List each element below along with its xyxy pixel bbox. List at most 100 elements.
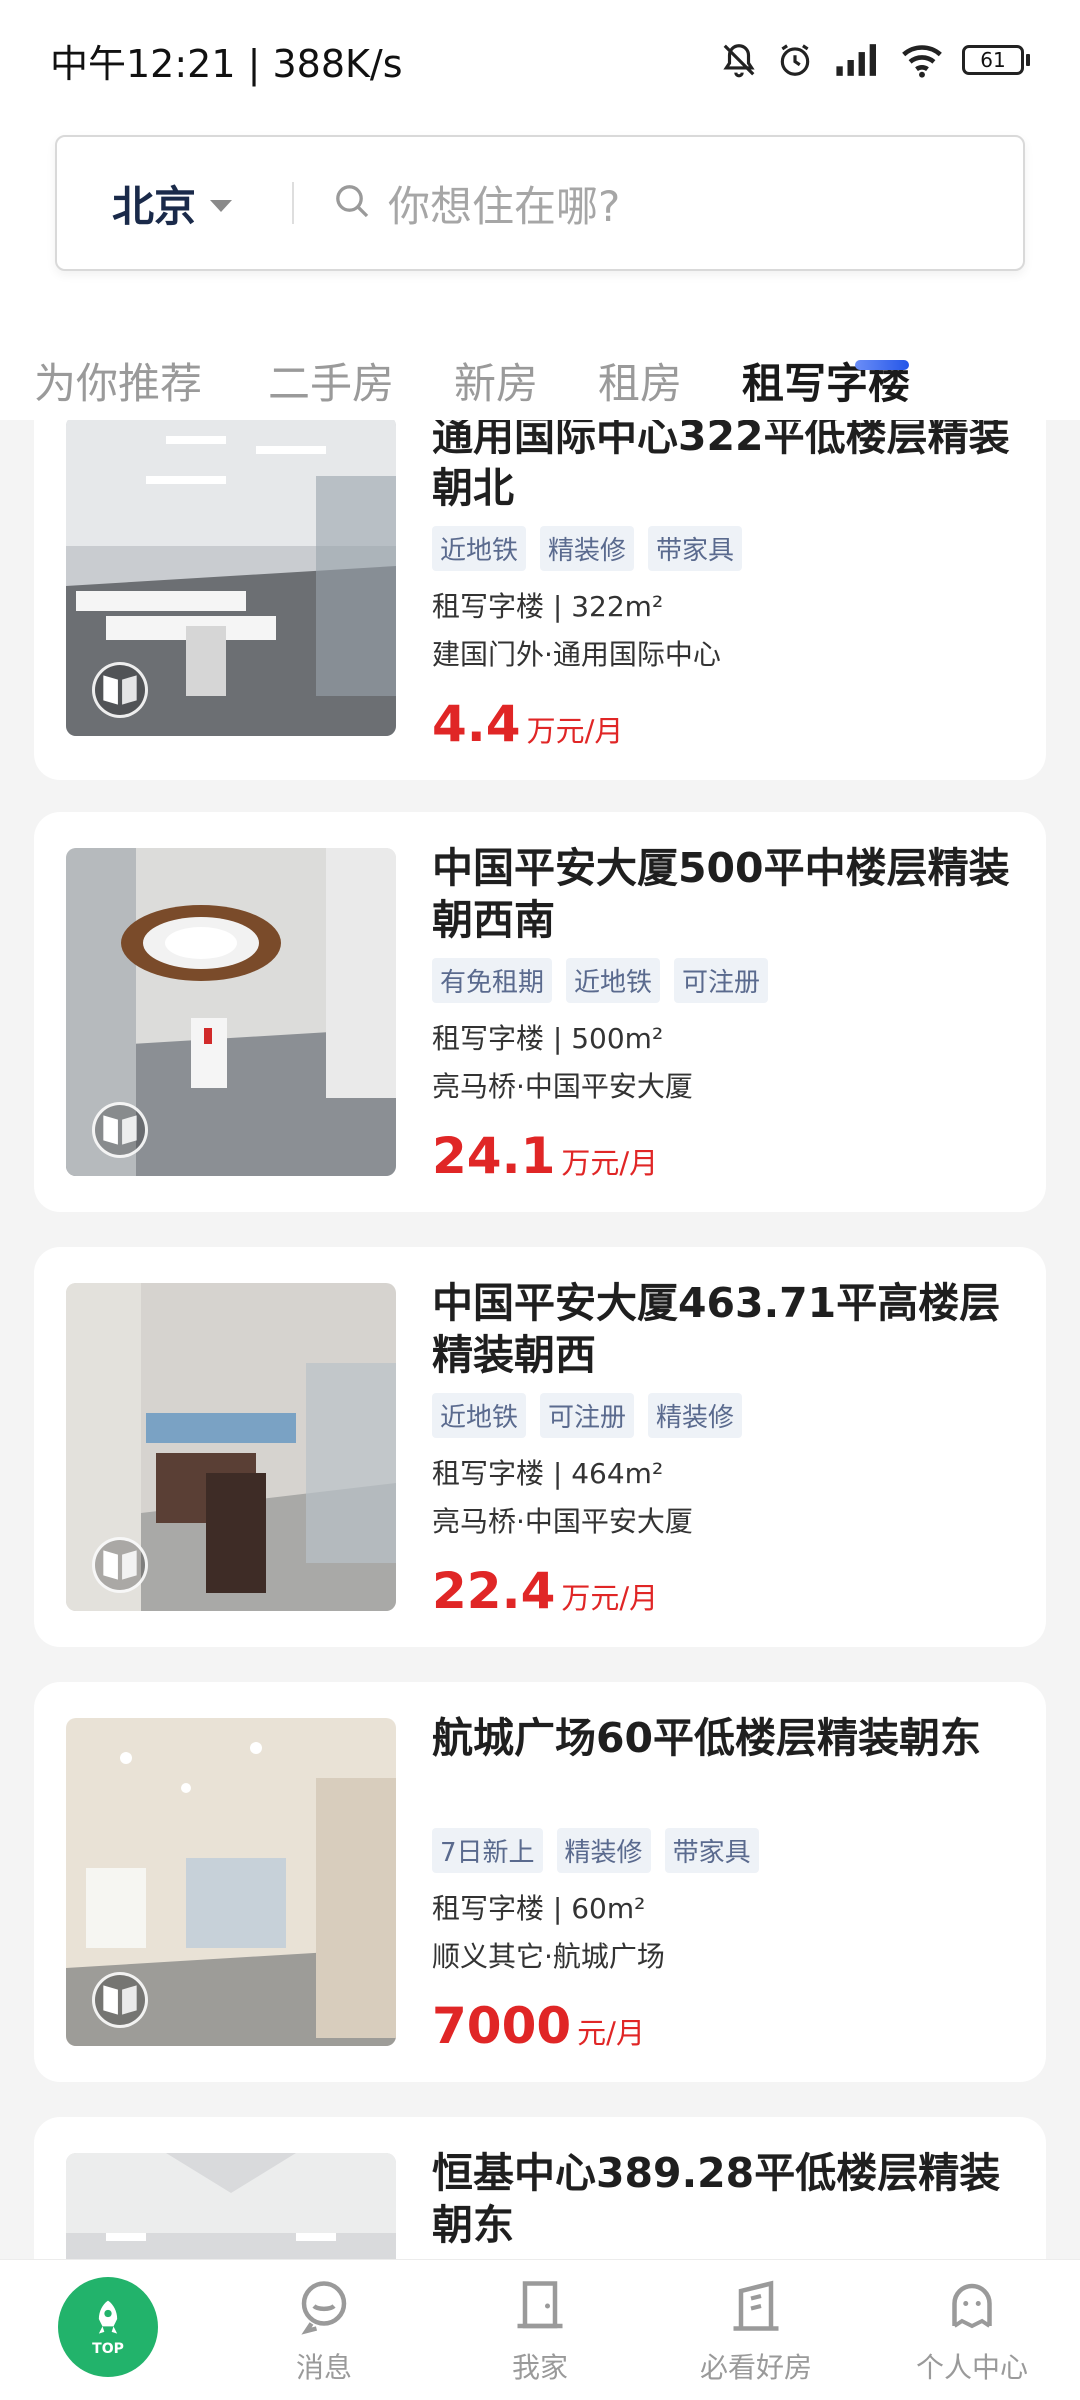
tab-second-hand[interactable]: 二手房 [268,350,394,411]
back-to-top-button[interactable]: TOP [58,2277,158,2377]
vr-icon [92,1537,148,1593]
listing-info: 中国平安大厦500平中楼层精装朝西南 有免租期 近地铁 可注册 租写字楼 | 5… [432,842,1022,1185]
message-icon [294,2276,354,2340]
nav-label: 必看好房 [699,2351,812,2384]
listing-info: 通用国际中心322平低楼层精装朝北 近地铁 精装修 带家具 租写字楼 | 322… [432,420,1022,753]
listing-card[interactable]: 通用国际中心322平低楼层精装朝北 近地铁 精装修 带家具 租写字楼 | 322… [34,420,1046,780]
search-bar[interactable]: 北京 你想住在哪? [55,135,1025,271]
listing-location: 亮马桥·中国平安大厦 [432,1505,693,1538]
nav-profile[interactable]: 个人中心 [864,2260,1080,2400]
vr-icon [92,1972,148,2028]
search-divider [292,182,294,224]
listing-photo[interactable] [66,848,396,1176]
tag: 近地铁 [432,526,527,571]
status-time-speed: 中午12:21 | 388K/s [50,41,403,86]
listing-photo[interactable] [66,420,396,736]
listing-location: 顺义其它·航城广场 [432,1940,665,1973]
vr-icon [92,662,148,718]
listing-price: 22.4 万元/月 [432,1562,1022,1620]
bell-off-icon [720,41,758,79]
category-tabs: 为你推荐 二手房 新房 租房 租写字楼 [0,330,1080,420]
listing-card[interactable]: 中国平安大厦463.71平高楼层精装朝西 近地铁 可注册 精装修 租写字楼 | … [34,1247,1046,1647]
listing-price: 7000 元/月 [432,1997,1022,2055]
price-unit: 万元/月 [561,1581,659,1615]
listing-location: 建国门外·通用国际中心 [432,638,721,671]
listing-type-area: 租写字楼 | 60m² [432,1892,646,1925]
price-unit: 万元/月 [526,714,624,748]
rocket-icon [86,2297,130,2345]
listing-location: 亮马桥·中国平安大厦 [432,1070,693,1103]
listing-card[interactable]: 恒基中心389.28平低楼层精装朝东 [34,2117,1046,2260]
nav-messages[interactable]: 消息 [216,2260,432,2400]
search-input[interactable]: 你想住在哪? [388,173,620,234]
building-icon [726,2276,786,2340]
nav-my-home[interactable]: 我家 [432,2260,648,2400]
listing-photo[interactable] [66,2153,396,2260]
caret-down-icon [210,200,233,212]
nav-must-see[interactable]: 必看好房 [648,2260,864,2400]
signal-icon [832,41,882,79]
listing-type-area: 租写字楼 | 322m² [432,590,664,623]
listing-tags: 7日新上 精装修 带家具 [432,1828,1022,1873]
listing-photo[interactable] [66,1283,396,1611]
tag: 精装修 [648,1393,743,1438]
tag: 精装修 [556,1828,651,1873]
listing-card[interactable]: 航城广场60平低楼层精装朝东 7日新上 精装修 带家具 租写字楼 | 60m² … [34,1682,1046,2082]
status-bar: 中午12:21 | 388K/s 61 [0,0,1080,120]
battery-level: 61 [962,45,1024,75]
listing-price: 24.1 万元/月 [432,1127,1022,1185]
listing-title[interactable]: 恒基中心389.28平低楼层精装朝东 [432,2147,1022,2251]
tag: 带家具 [664,1828,759,1873]
listing-tags: 近地铁 可注册 精装修 [432,1393,1022,1438]
wifi-icon [900,41,944,79]
vr-icon [92,1102,148,1158]
active-tab-indicator [855,360,909,370]
price-value: 7000 [432,1997,572,2055]
listing-price: 4.4 万元/月 [432,695,1022,753]
listing-info: 航城广场60平低楼层精装朝东 7日新上 精装修 带家具 租写字楼 | 60m² … [432,1712,1022,2055]
listing-feed[interactable]: 通用国际中心322平低楼层精装朝北 近地铁 精装修 带家具 租写字楼 | 322… [0,420,1080,2260]
tag: 近地铁 [566,958,661,1003]
nav-label: 我家 [511,2351,568,2384]
city-label: 北京 [112,181,197,231]
status-icons: 61 [720,41,1030,79]
tag: 近地铁 [432,1393,527,1438]
tag: 有免租期 [432,958,553,1003]
listing-tags: 近地铁 精装修 带家具 [432,526,1022,571]
price-value: 4.4 [432,695,521,753]
tag: 带家具 [648,526,743,571]
listing-type-area: 租写字楼 | 464m² [432,1457,664,1490]
tag: 可注册 [674,958,769,1003]
listing-title[interactable]: 中国平安大厦463.71平高楼层精装朝西 [432,1277,1022,1381]
profile-icon [942,2276,1002,2340]
tab-rent[interactable]: 租房 [598,350,682,411]
city-selector[interactable]: 北京 [57,173,292,234]
nav-label: 个人中心 [915,2351,1028,2384]
price-unit: 万元/月 [561,1146,659,1180]
listing-title[interactable]: 中国平安大厦500平中楼层精装朝西南 [432,842,1022,946]
listing-info: 恒基中心389.28平低楼层精装朝东 [432,2147,1022,2251]
listing-card[interactable]: 中国平安大厦500平中楼层精装朝西南 有免租期 近地铁 可注册 租写字楼 | 5… [34,812,1046,1212]
price-value: 24.1 [432,1127,556,1185]
bottom-nav: 消息 我家 必看好房 个人中心 [0,2259,1080,2400]
tab-new-house[interactable]: 新房 [454,350,538,411]
battery-icon: 61 [962,45,1030,75]
tab-recommend[interactable]: 为你推荐 [34,350,202,411]
listing-tags: 有免租期 近地铁 可注册 [432,958,1022,1003]
door-icon [510,2276,570,2340]
listing-photo[interactable] [66,1718,396,2046]
listing-type-area: 租写字楼 | 500m² [432,1022,664,1055]
tag: 7日新上 [432,1828,543,1873]
header: 北京 你想住在哪? 为你推荐 二手房 新房 租房 租写字楼 [0,120,1080,420]
tag: 可注册 [540,1393,635,1438]
price-unit: 元/月 [577,2016,645,2050]
listing-title[interactable]: 通用国际中心322平低楼层精装朝北 [432,420,1022,514]
tag: 精装修 [540,526,635,571]
top-label: TOP [92,2341,124,2357]
nav-label: 消息 [295,2351,352,2384]
search-icon [332,181,372,225]
alarm-icon [776,41,814,79]
listing-info: 中国平安大厦463.71平高楼层精装朝西 近地铁 可注册 精装修 租写字楼 | … [432,1277,1022,1620]
price-value: 22.4 [432,1562,556,1620]
listing-title[interactable]: 航城广场60平低楼层精装朝东 [432,1712,1022,1816]
